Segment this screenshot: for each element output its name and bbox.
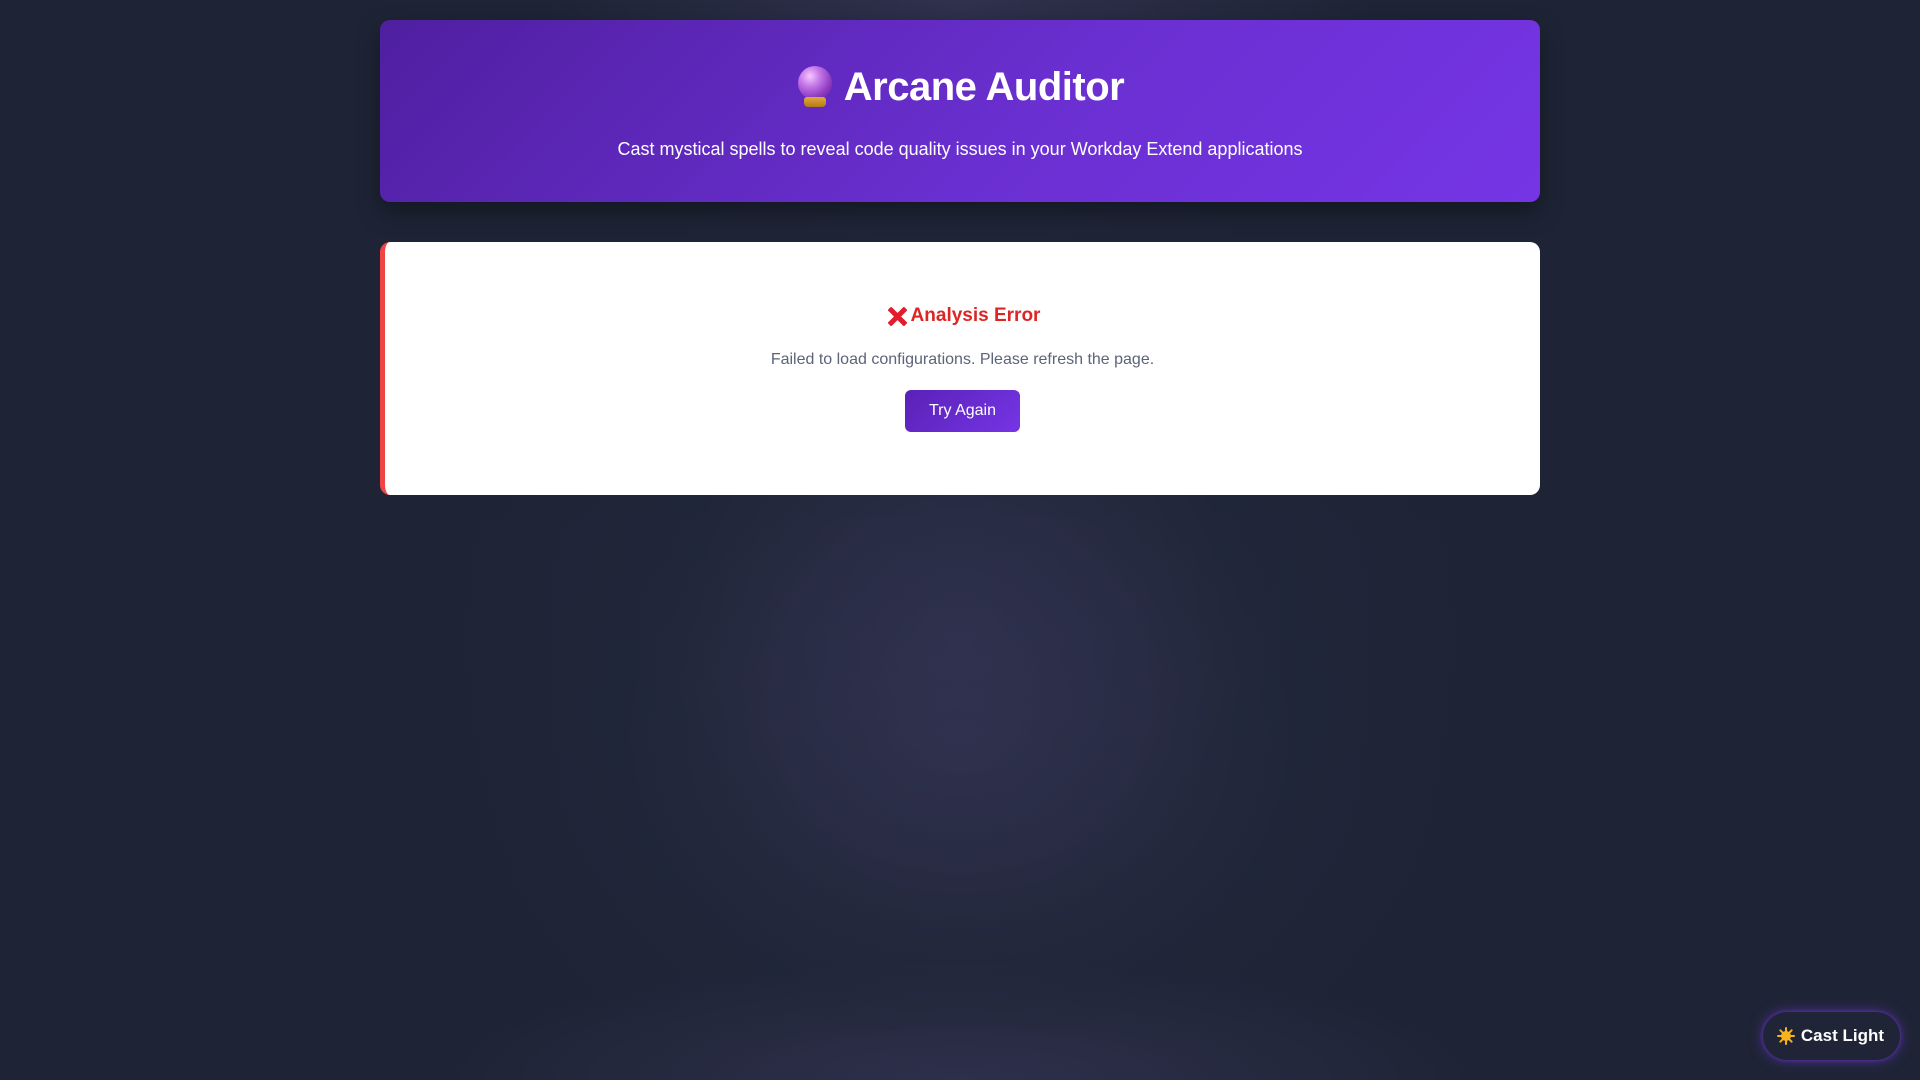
cross-mark-icon (885, 304, 909, 328)
error-message: Failed to load configurations. Please re… (770, 351, 1155, 368)
cast-light-toggle[interactable]: Cast Light (1762, 1012, 1900, 1060)
app-header: Arcane Auditor Cast mystical spells to r… (380, 20, 1540, 202)
main-container: Arcane Auditor Cast mystical spells to r… (380, 20, 1540, 495)
app-subtitle: Cast mystical spells to reveal code qual… (617, 139, 1303, 159)
error-title-text: Analysis Error (910, 305, 1041, 326)
app-title: Arcane Auditor (796, 65, 1125, 109)
background-glow (0, 515, 1920, 1030)
app-title-text: Arcane Auditor (843, 65, 1125, 109)
error-card: Analysis Error Failed to load configurat… (380, 242, 1540, 495)
sun-icon (1776, 1027, 1795, 1045)
cast-light-label: Cast Light (1800, 1026, 1884, 1045)
crystal-ball-icon (796, 66, 834, 108)
try-again-button[interactable]: Try Again (905, 390, 1020, 432)
error-heading: Analysis Error (885, 304, 1041, 328)
